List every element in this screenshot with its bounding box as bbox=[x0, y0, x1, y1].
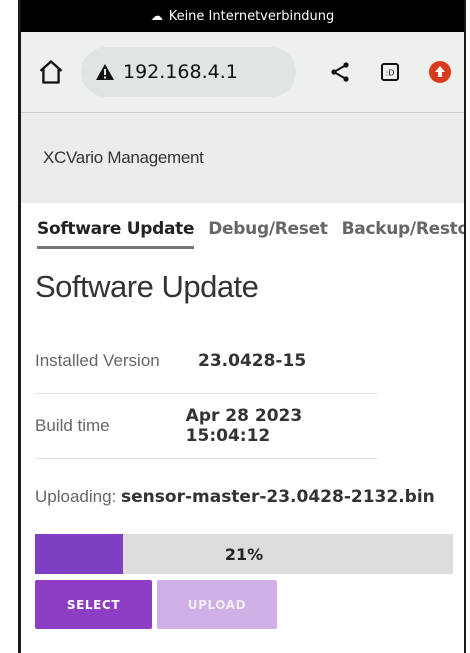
tab-debug-reset[interactable]: Debug/Reset bbox=[208, 219, 328, 249]
installed-version-value: 23.0428-15 bbox=[198, 351, 307, 371]
page-title: Software Update bbox=[35, 269, 259, 304]
svg-text::D: :D bbox=[386, 69, 395, 78]
status-bar: ☁ Keine Internetverbindung bbox=[21, 0, 464, 32]
select-button[interactable]: SELECT bbox=[35, 580, 152, 629]
build-time-row: Build time Apr 28 2023 15:04:12 bbox=[35, 394, 377, 459]
share-icon[interactable] bbox=[328, 60, 352, 84]
site-title: XCVario Management bbox=[43, 148, 204, 167]
connection-status: Keine Internetverbindung bbox=[168, 8, 335, 24]
installed-version-label: Installed Version bbox=[35, 351, 160, 370]
uploading-filename: sensor-master-23.0428-2132.bin bbox=[121, 487, 435, 507]
cloud-off-icon: ☁ bbox=[150, 9, 163, 23]
upload-button[interactable]: UPLOAD bbox=[157, 580, 277, 629]
upload-status: Uploading: sensor-master-23.0428-2132.bi… bbox=[35, 487, 464, 507]
phone-screen: ☁ Keine Internetverbindung 192.168.4.1:… bbox=[18, 0, 466, 653]
site-header: XCVario Management bbox=[21, 113, 464, 203]
url-text[interactable]: 192.168.4.1 bbox=[123, 61, 238, 83]
installed-version-row: Installed Version 23.0428-15 bbox=[35, 329, 377, 394]
address-bar[interactable]: 192.168.4.1 bbox=[81, 47, 296, 97]
browser-toolbar: 192.168.4.1 :D bbox=[21, 32, 464, 112]
home-icon[interactable] bbox=[37, 58, 65, 86]
progress-percent: 21% bbox=[224, 544, 264, 564]
tab-bar: Software Update Debug/Reset Backup/Resto… bbox=[21, 203, 464, 249]
tab-software-update[interactable]: Software Update bbox=[37, 219, 195, 249]
warning-icon[interactable] bbox=[95, 63, 115, 81]
tab-backup-restore[interactable]: Backup/Restore bbox=[342, 219, 464, 249]
build-time-value: Apr 28 2023 15:04:12 bbox=[185, 406, 303, 446]
tab-switcher-icon[interactable]: :D bbox=[378, 60, 402, 84]
uploading-label: Uploading: bbox=[35, 487, 117, 506]
upload-progress-bar: 21% bbox=[35, 534, 453, 574]
build-time-label: Build time bbox=[35, 416, 110, 435]
extension-icon[interactable] bbox=[428, 60, 452, 84]
